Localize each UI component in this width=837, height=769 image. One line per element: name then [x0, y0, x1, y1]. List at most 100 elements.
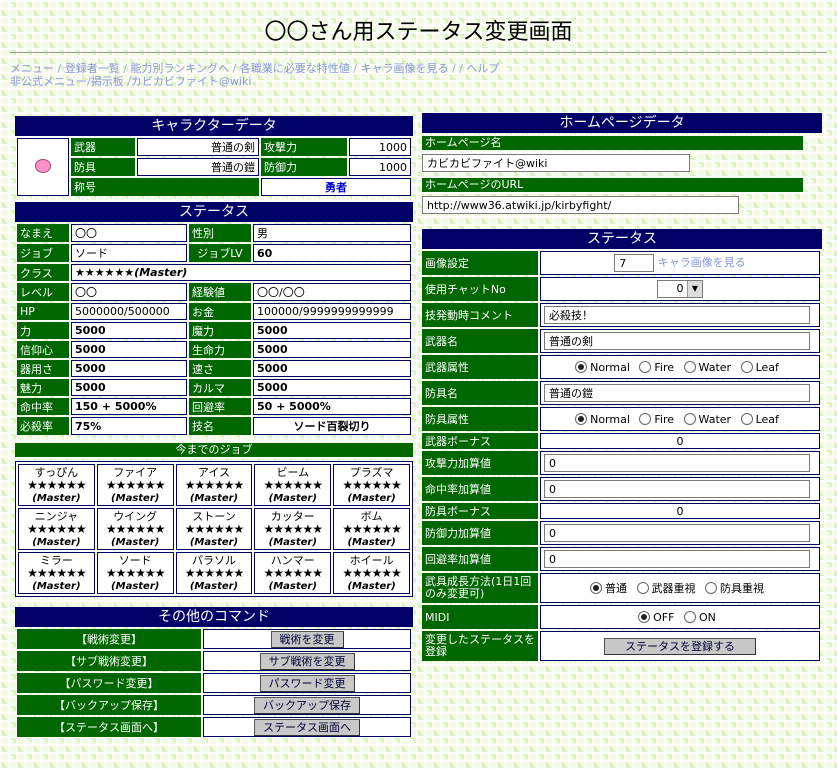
job-name: ビーム	[276, 465, 310, 479]
armor-value: 普通の鎧	[137, 158, 259, 176]
armor-name-input[interactable]: 普通の鎧	[544, 384, 810, 402]
job-name: アイス	[197, 465, 231, 479]
commands-panel: その他のコマンド 【戦術変更】 戦術を変更 【サブ戦術変更】 サブ戦術を変更 【パス…	[15, 607, 413, 739]
status-row: なまえ 〇〇 性別男	[17, 224, 411, 242]
job-stars: ★★★★★★	[184, 565, 245, 580]
radio-label: ON	[698, 610, 716, 624]
change-subtactics-button[interactable]: サブ戦術を変更	[259, 652, 355, 670]
job-cell: ハンマー ★★★★★★ (Master)	[254, 552, 332, 594]
weapon-attr-fire-radio[interactable]	[639, 361, 652, 374]
nav-menu[interactable]: メニュー	[10, 62, 54, 75]
eva-add-label: 回避率加算値	[422, 547, 538, 571]
chat-select[interactable]: 0 ▼	[657, 280, 703, 298]
weapon-attr-label: 武器属性	[422, 355, 538, 379]
nav-ranking[interactable]: 能力別ランキングへ	[130, 62, 229, 75]
view-images-link[interactable]: キャラ画像を見る	[658, 256, 746, 269]
money-value: 100000/9999999999999	[253, 303, 411, 320]
cmd-subtactics-label: 【サブ戦術変更】	[17, 651, 201, 671]
job-cell: ソード ★★★★★★ (Master)	[96, 552, 174, 594]
job-name: ファイア	[113, 465, 158, 479]
nav-job-requirements[interactable]: 各職業に必要な特性値	[240, 62, 350, 75]
attack-label: 攻撃力	[261, 138, 347, 156]
job-master: (Master)	[268, 492, 317, 504]
growth-normal-radio[interactable]	[590, 582, 602, 594]
midi-on-radio[interactable]	[683, 611, 696, 624]
hit-label: 命中率	[17, 398, 69, 415]
weapon-bonus-value: 0	[540, 433, 820, 449]
status-row: レベル 〇〇 経験値 〇〇/〇〇	[17, 283, 411, 301]
job-cell: プラズマ ★★★★★★ (Master)	[333, 464, 410, 506]
register-status-button[interactable]: ステータスを登録する	[604, 637, 756, 655]
job-cell: ミラー ★★★★★★ (Master)	[18, 552, 95, 594]
atk-add-input[interactable]: 0	[544, 454, 810, 472]
job-name: ソード	[118, 553, 152, 567]
karma-value: 5000	[253, 379, 411, 396]
jobs-panel: 今までのジョブ すっぴん ★★★★★★ (Master) ファイア ★★★★★★ (Mas…	[15, 443, 413, 597]
armor-attr-label: 防具属性	[422, 407, 538, 431]
skill-comment-input[interactable]: 必殺技！	[544, 306, 810, 324]
homepage-url-input[interactable]: http://www36.atwiki.jp/kirbyfight/	[422, 196, 739, 214]
nav-char-images[interactable]: キャラ画像を見る	[360, 62, 448, 75]
weapon-name-input[interactable]: 普通の剣	[544, 332, 810, 350]
skill-comment-label: 技発動時コメント	[422, 303, 538, 327]
nav-help[interactable]: ヘルプ	[466, 62, 499, 75]
job-master: (Master)	[347, 580, 396, 592]
nav-wiki[interactable]: カビカビファイト@wiki	[131, 75, 251, 88]
backup-save-button[interactable]: バックアップ保存	[254, 696, 360, 714]
job-cell: ニンジャ ★★★★★★ (Master)	[18, 508, 95, 550]
level-value: 〇〇	[71, 283, 187, 301]
weapon-label: 武器	[71, 138, 135, 156]
nav-bbs[interactable]: 掲示板	[91, 75, 124, 88]
job-cell: ストーン ★★★★★★ (Master)	[175, 508, 253, 550]
hit-add-input[interactable]: 0	[544, 480, 810, 498]
def-add-input[interactable]: 0	[544, 524, 810, 542]
class-label: クラス	[17, 264, 69, 281]
change-password-button[interactable]: パスワード変更	[259, 674, 355, 692]
job-cell: ボム ★★★★★★ (Master)	[333, 508, 410, 550]
weapon-bonus-label: 武器ボーナス	[422, 433, 538, 449]
midi-off-radio[interactable]	[638, 611, 651, 624]
image-number-input[interactable]: 7	[614, 254, 655, 272]
radio-label: Leaf	[755, 412, 779, 426]
karma-label: カルマ	[189, 379, 251, 396]
homepage-name-input[interactable]: カビカビファイト@wiki	[422, 154, 690, 172]
status-row: 力 5000 魔力 5000	[17, 322, 411, 339]
cmd-status-label: 【ステータス画面へ】	[17, 717, 201, 737]
job-row: すっぴん ★★★★★★ (Master) ファイア ★★★★★★ (Master) アイス ★…	[18, 464, 410, 506]
armor-attr-normal-radio[interactable]	[575, 413, 588, 426]
weapon-attr-water-radio[interactable]	[683, 361, 696, 374]
job-value: ソード	[71, 244, 187, 262]
growth-armor-radio[interactable]	[705, 582, 717, 594]
growth-weapon-radio[interactable]	[636, 582, 649, 594]
armor-attr-leaf-radio[interactable]	[740, 413, 753, 426]
eva-add-input[interactable]: 0	[544, 550, 810, 568]
nav-unofficial-menu[interactable]: 非公式メニュー	[10, 75, 87, 88]
nav-registrants[interactable]: 登録者一覧	[65, 62, 120, 75]
homepage-name-label: ホームページ名	[422, 136, 803, 150]
job-cell: すっぴん ★★★★★★ (Master)	[18, 464, 95, 506]
job-master: (Master)	[32, 492, 81, 504]
weapon-attr-normal-radio[interactable]	[575, 361, 588, 374]
edit-header: ステータス	[422, 229, 822, 249]
character-header: キャラクターデータ	[15, 116, 413, 136]
weapon-attr-leaf-radio[interactable]	[740, 361, 753, 374]
nav-links: メニュー / 登録者一覧 / 能力別ランキングへ / 各職業に必要な特性値 / …	[10, 62, 500, 88]
armor-attr-fire-radio[interactable]	[639, 413, 652, 426]
str-label: 力	[17, 322, 69, 339]
status-screen-button[interactable]: ステータス画面へ	[254, 718, 360, 736]
edit-panel: ステータス 画像設定 7 キャラ画像を見る 使用チャットNo 0 ▼ 技発動時コメ…	[422, 229, 822, 663]
homepage-panel: ホームページデータ ホームページ名 カビカビファイト@wiki ホームページのU…	[422, 113, 822, 214]
armor-attr-water-radio[interactable]	[683, 413, 696, 426]
status-row: HP 5000000/500000 お金 100000/9999999999999	[17, 303, 411, 320]
job-stars: ★★★★★★	[184, 477, 245, 492]
title-value: 勇者	[261, 178, 411, 196]
homepage-url-label: ホームページのURL	[422, 178, 803, 192]
change-tactics-button[interactable]: 戦術を変更	[270, 630, 344, 648]
name-value: 〇〇	[71, 224, 187, 242]
job-cell: パラソル ★★★★★★ (Master)	[175, 552, 253, 594]
status-row: 信仰心 5000 生命力 5000	[17, 341, 411, 358]
defense-value: 1000	[349, 158, 411, 176]
exp-label: 経験値	[189, 283, 251, 301]
str-value: 5000	[71, 322, 187, 339]
radio-label: Fire	[654, 412, 675, 426]
